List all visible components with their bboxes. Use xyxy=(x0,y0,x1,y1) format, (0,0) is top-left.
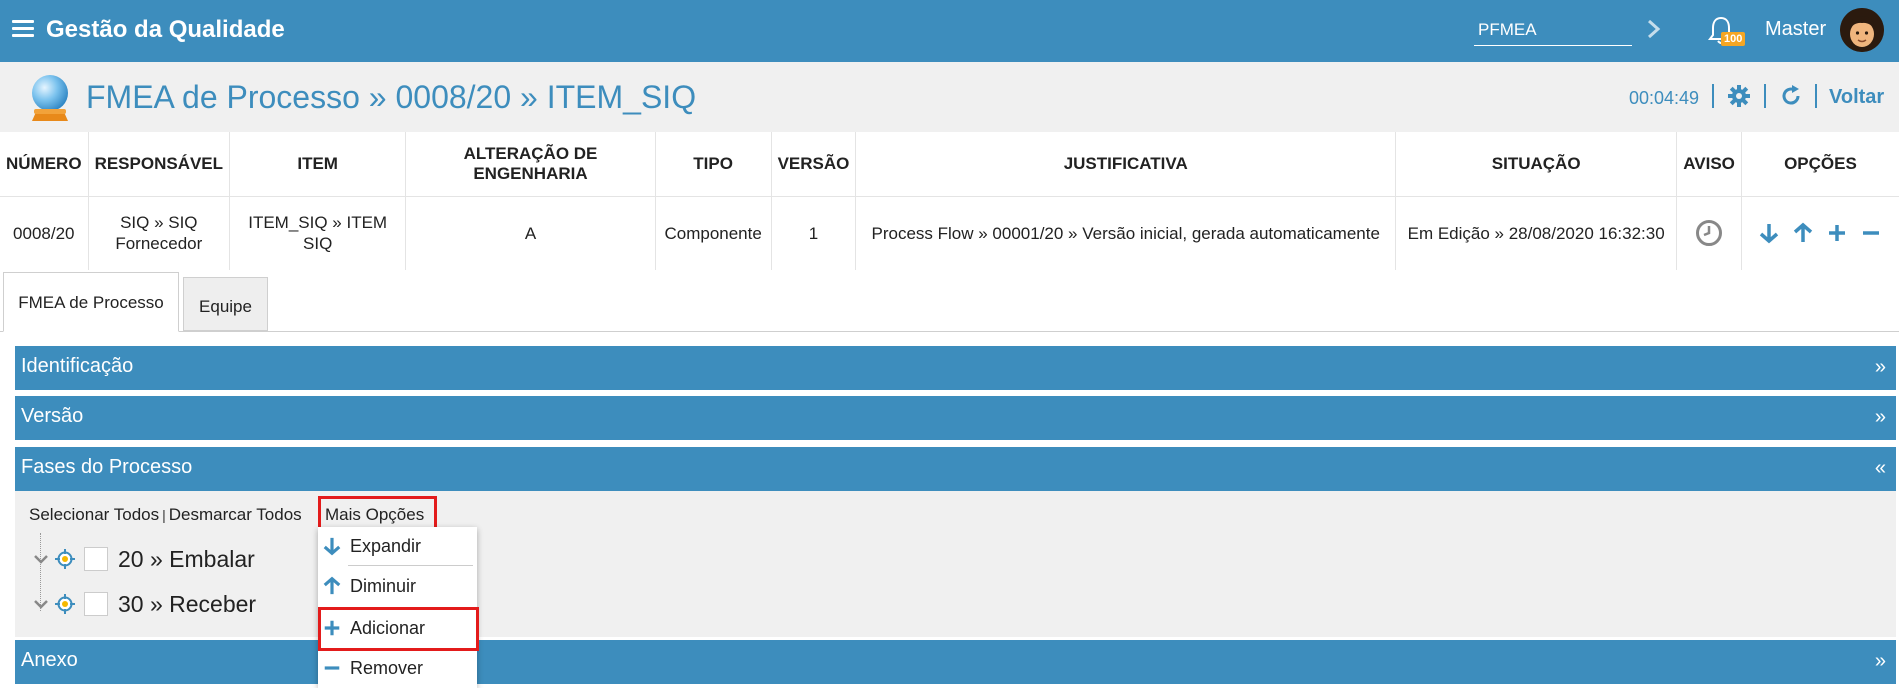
page-title: FMEA de Processo » 0008/20 » ITEM_SIQ xyxy=(86,79,697,115)
menu-item-diminuir[interactable]: Diminuir xyxy=(318,567,477,605)
arrow-down-icon[interactable] xyxy=(1758,222,1780,244)
target-icon xyxy=(55,594,75,614)
chevron-down-icon[interactable] xyxy=(32,595,50,613)
chevron-down-icon[interactable] xyxy=(32,550,50,568)
cell-tipo: Componente xyxy=(655,196,772,270)
divider xyxy=(1815,84,1817,108)
collapse-toggle-icon[interactable]: « xyxy=(1875,457,1886,480)
module-search-input[interactable] xyxy=(1474,14,1632,46)
responsavel-line: Fornecedor xyxy=(115,234,203,254)
responsavel-line: SIQ » SIQ xyxy=(120,213,198,233)
tree-node-checkbox[interactable] xyxy=(84,592,108,616)
panel-title: Anexo xyxy=(21,649,78,671)
notification-badge: 100 xyxy=(1721,32,1746,46)
cell-alteracao: A xyxy=(405,196,656,270)
column-header: NÚMERO xyxy=(0,132,89,197)
menu-item-adicionar[interactable]: Adicionar xyxy=(318,609,477,647)
deselect-all-link[interactable]: Desmarcar Todos xyxy=(169,505,302,524)
tree-node-checkbox[interactable] xyxy=(84,547,108,571)
cell-situacao: Em Edição » 28/08/2020 16:32:30 xyxy=(1395,196,1678,270)
column-header: JUSTIFICATIVA xyxy=(855,132,1397,197)
plus-icon[interactable] xyxy=(1826,222,1848,244)
cell-justificativa: Process Flow » 00001/20 » Versão inicial… xyxy=(855,196,1397,270)
chevron-right-icon[interactable] xyxy=(1645,16,1663,42)
menu-item-label: Diminuir xyxy=(350,575,417,596)
crystal-ball-icon xyxy=(32,75,68,121)
column-header: ALTERAÇÃO DE ENGENHARIA xyxy=(405,132,656,197)
tree-toolbar: Selecionar Todos | Desmarcar Todos xyxy=(29,505,302,525)
column-header: ITEM xyxy=(229,132,407,197)
expand-toggle-icon[interactable]: » xyxy=(1875,356,1886,379)
tab-bar: FMEA de Processo Equipe xyxy=(0,272,1899,332)
panel-title: Fases do Processo xyxy=(21,456,193,478)
panel-title: Versão xyxy=(21,405,84,427)
column-header: SITUAÇÃO xyxy=(1395,132,1678,197)
arrow-up-icon xyxy=(323,576,341,595)
minus-icon xyxy=(324,666,340,670)
panel-fases-do-processo[interactable]: Fases do Processo « xyxy=(15,447,1896,491)
arrow-down-icon xyxy=(323,537,341,556)
gear-icon[interactable] xyxy=(1727,84,1751,108)
expand-toggle-icon[interactable]: » xyxy=(1875,406,1886,429)
tree-node: 30 » Receber xyxy=(32,589,256,619)
username[interactable]: Master xyxy=(1765,18,1826,41)
table-row: 0008/20 SIQ » SIQ Fornecedor ITEM_SIQ » I… xyxy=(0,196,1899,270)
tab-fmea-processo[interactable]: FMEA de Processo xyxy=(3,272,179,332)
page-header: FMEA de Processo » 0008/20 » ITEM_SIQ 00… xyxy=(0,62,1899,132)
app-title: Gestão da Qualidade xyxy=(46,16,285,43)
menu-divider xyxy=(348,565,473,566)
cell-item: ITEM_SIQ » ITEM SIQ xyxy=(229,196,407,270)
back-button[interactable]: Voltar xyxy=(1829,86,1884,109)
tree-node: 20 » Embalar xyxy=(32,544,255,574)
hamburger-menu-icon[interactable] xyxy=(12,20,34,38)
more-options-button[interactable]: Mais Opções xyxy=(318,496,437,530)
table-header-row: NÚMERO RESPONSÁVEL ITEM ALTERAÇÃO DE ENG… xyxy=(0,132,1899,197)
column-header: TIPO xyxy=(655,132,772,197)
menu-item-label: Remover xyxy=(350,657,424,678)
more-options-dropdown: Expandir Diminuir Adicionar Remover xyxy=(318,527,477,688)
menu-item-label: Adicionar xyxy=(350,617,426,638)
panel-anexo[interactable]: Anexo » xyxy=(15,640,1896,684)
refresh-icon[interactable] xyxy=(1779,84,1803,108)
divider xyxy=(1764,84,1766,108)
session-timer: 00:04:49 xyxy=(1629,88,1700,108)
column-header: RESPONSÁVEL xyxy=(88,132,231,197)
minus-icon[interactable] xyxy=(1860,222,1882,244)
menu-item-expandir[interactable]: Expandir xyxy=(318,527,477,565)
cell-numero: 0008/20 xyxy=(0,196,89,270)
panel-title: Identificação xyxy=(21,355,134,377)
menu-item-label: Expandir xyxy=(350,535,422,556)
select-all-link[interactable]: Selecionar Todos xyxy=(29,505,159,524)
column-header: VERSÃO xyxy=(771,132,857,197)
plus-icon xyxy=(324,620,340,636)
target-icon xyxy=(55,549,75,569)
top-bar: Gestão da Qualidade 100 Master xyxy=(0,0,1899,62)
clock-icon xyxy=(1696,220,1723,247)
column-header: AVISO xyxy=(1676,132,1742,197)
expand-toggle-icon[interactable]: » xyxy=(1875,650,1886,673)
arrow-up-icon[interactable] xyxy=(1792,222,1814,244)
cell-opcoes xyxy=(1741,196,1899,270)
tree-node-label[interactable]: 20 » Embalar xyxy=(118,546,255,573)
column-header: OPÇÕES xyxy=(1741,132,1899,197)
panel-identificacao[interactable]: Identificação » xyxy=(15,346,1896,390)
menu-item-remover[interactable]: Remover xyxy=(318,649,477,687)
cell-responsavel: SIQ » SIQ Fornecedor xyxy=(88,196,231,270)
info-table: NÚMERO RESPONSÁVEL ITEM ALTERAÇÃO DE ENG… xyxy=(0,132,1899,270)
cell-aviso xyxy=(1676,196,1742,270)
avatar[interactable] xyxy=(1840,8,1884,52)
divider xyxy=(1712,84,1714,108)
cell-versao: 1 xyxy=(771,196,857,270)
tab-equipe[interactable]: Equipe xyxy=(183,277,268,331)
panel-versao[interactable]: Versão » xyxy=(15,396,1896,440)
toolbar-separator: | xyxy=(162,507,166,523)
tree-node-label[interactable]: 30 » Receber xyxy=(118,591,256,618)
